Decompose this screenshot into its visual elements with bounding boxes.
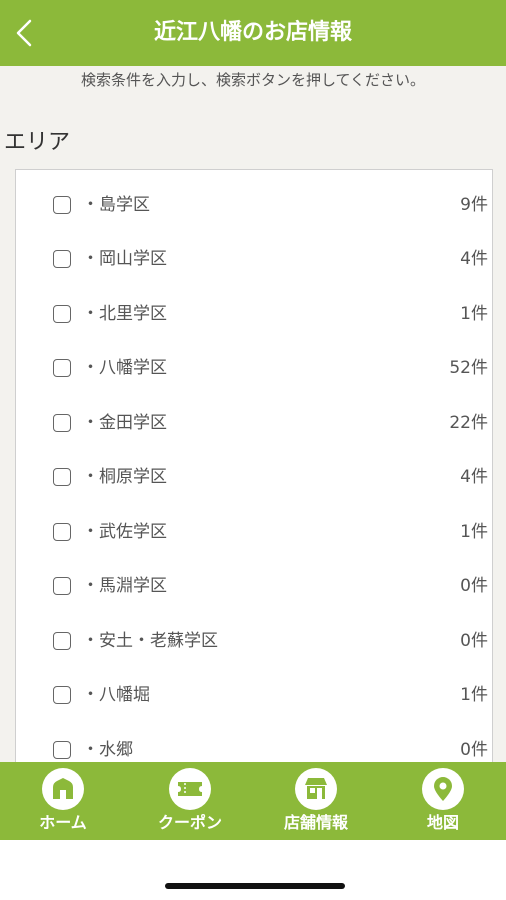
area-row-hachiman[interactable]: ・八幡学区 52件 <box>16 337 492 391</box>
tab-home[interactable]: ホーム <box>0 762 126 840</box>
safe-area-bottom <box>0 840 506 900</box>
area-count: 4件 <box>460 467 488 487</box>
area-name: ・武佐学区 <box>82 522 167 542</box>
bottom-tab-bar: ホーム クーポン 店舗情報 地図 <box>0 762 506 840</box>
area-count: 1件 <box>460 304 488 324</box>
area-list[interactable]: ・島学区 9件 ・岡山学区 4件 ・北里学区 1件 ・八幡学区 52件 ・金田学… <box>15 169 493 769</box>
tab-label: クーポン <box>157 813 222 832</box>
area-count: 0件 <box>460 740 488 760</box>
area-checkbox[interactable] <box>53 468 71 486</box>
area-name: ・岡山学区 <box>82 249 167 269</box>
area-name: ・島学区 <box>82 195 150 215</box>
area-checkbox[interactable] <box>53 577 71 595</box>
area-name: ・水郷 <box>82 740 133 760</box>
tab-map[interactable]: 地図 <box>380 762 506 840</box>
area-count: 9件 <box>460 195 488 215</box>
area-count: 4件 <box>460 249 488 269</box>
area-name: ・北里学区 <box>82 304 167 324</box>
area-count: 1件 <box>460 522 488 542</box>
area-row-musa[interactable]: ・武佐学区 1件 <box>16 501 492 555</box>
coupon-icon <box>169 768 211 810</box>
area-checkbox[interactable] <box>53 414 71 432</box>
search-instruction: 検索条件を入力し、検索ボタンを押してください。 <box>80 71 426 89</box>
area-row-kaneda[interactable]: ・金田学区 22件 <box>16 392 492 446</box>
area-checkbox[interactable] <box>53 250 71 268</box>
map-pin-icon <box>422 768 464 810</box>
tab-label: 地図 <box>426 813 459 832</box>
area-row-hachimanbori[interactable]: ・八幡堀 1件 <box>16 664 492 718</box>
area-name: ・馬淵学区 <box>82 576 167 596</box>
area-row-azuchi-oiso[interactable]: ・安土・老蘇学区 0件 <box>16 610 492 664</box>
area-count: 52件 <box>449 358 488 378</box>
area-checkbox[interactable] <box>53 741 71 759</box>
tab-coupon[interactable]: クーポン <box>127 762 253 840</box>
area-name: ・桐原学区 <box>82 467 167 487</box>
area-count: 0件 <box>460 576 488 596</box>
tab-label: ホーム <box>39 813 87 832</box>
home-icon <box>42 768 84 810</box>
area-count: 0件 <box>460 631 488 651</box>
page-title: 近江八幡のお店情報 <box>153 20 352 45</box>
area-checkbox[interactable] <box>53 196 71 214</box>
area-checkbox[interactable] <box>53 686 71 704</box>
area-checkbox[interactable] <box>53 359 71 377</box>
area-name: ・八幡堀 <box>82 685 150 705</box>
store-icon <box>295 768 337 810</box>
area-section-title: エリア <box>4 130 71 155</box>
area-checkbox[interactable] <box>53 523 71 541</box>
area-row-okayama[interactable]: ・岡山学区 4件 <box>16 228 492 282</box>
app-header: 近江八幡のお店情報 <box>0 0 506 66</box>
area-checkbox[interactable] <box>53 305 71 323</box>
tab-label: 店舗情報 <box>283 813 348 832</box>
home-indicator[interactable] <box>165 883 345 889</box>
area-name: ・八幡学区 <box>82 358 167 378</box>
area-count: 1件 <box>460 685 488 705</box>
area-row-mabuchi[interactable]: ・馬淵学区 0件 <box>16 555 492 609</box>
area-row-kirihara[interactable]: ・桐原学区 4件 <box>16 446 492 500</box>
area-checkbox[interactable] <box>53 632 71 650</box>
area-row-shima[interactable]: ・島学区 9件 <box>16 174 492 228</box>
area-count: 22件 <box>449 413 488 433</box>
area-name: ・金田学区 <box>82 413 167 433</box>
tab-store-info[interactable]: 店舗情報 <box>253 762 379 840</box>
area-name: ・安土・老蘇学区 <box>82 631 218 651</box>
area-row-kitazato[interactable]: ・北里学区 1件 <box>16 283 492 337</box>
